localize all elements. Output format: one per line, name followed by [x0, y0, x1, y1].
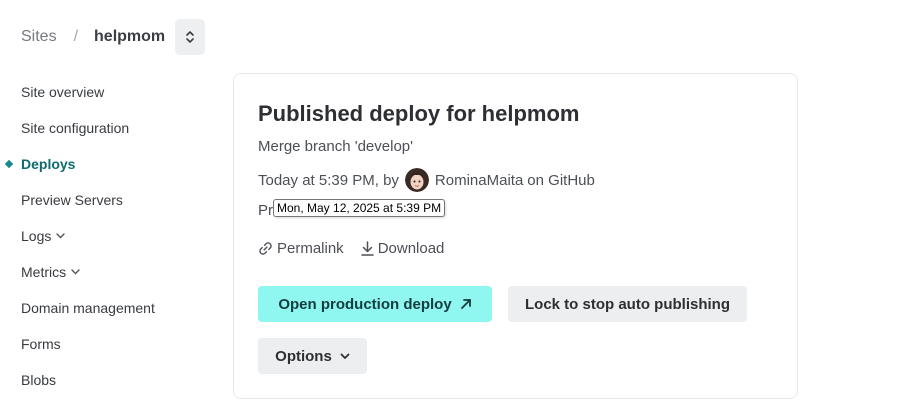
sidebar-item-domain-management[interactable]: Domain management: [0, 290, 220, 326]
open-production-deploy-label: Open production deploy: [278, 295, 452, 313]
sidebar-item-label: Forms: [21, 336, 61, 352]
chevron-down-icon: [71, 269, 80, 275]
deploy-links: Permalink Download: [258, 240, 444, 257]
production-prefix: Pr: [258, 202, 273, 219]
sidebar-item-deploys[interactable]: Deploys: [0, 146, 220, 182]
permalink-label: Permalink: [277, 240, 344, 257]
sidebar-item-label: Deploys: [21, 156, 76, 172]
active-indicator-icon: [4, 159, 14, 169]
sidebar-item-logs[interactable]: Logs: [0, 218, 220, 254]
sidebar-item-label: Metrics: [21, 264, 67, 280]
avatar: [404, 168, 429, 192]
permalink-link[interactable]: Permalink: [258, 240, 344, 257]
sidebar-item-metrics[interactable]: Metrics: [0, 254, 220, 290]
breadcrumb-current-site: helpmom: [94, 28, 166, 45]
sidebar-item-label: Preview Servers: [21, 192, 123, 208]
download-icon: [360, 241, 374, 256]
author-link[interactable]: RominaMaita: [435, 172, 523, 189]
link-icon: [259, 242, 272, 255]
download-link[interactable]: Download: [360, 240, 445, 257]
commit-message: Merge branch 'develop': [258, 138, 413, 155]
source-label: on GitHub: [527, 171, 595, 189]
chevron-down-icon: [340, 353, 350, 359]
breadcrumb-separator: /: [73, 28, 79, 45]
chevron-down-icon: [56, 233, 66, 239]
sidebar-item-forms[interactable]: Forms: [0, 326, 220, 362]
sidebar-item-label: Blobs: [21, 372, 57, 388]
breadcrumb-sites-link[interactable]: Sites: [21, 28, 57, 46]
lock-auto-publishing-label: Lock to stop auto publishing: [525, 295, 730, 313]
open-production-deploy-button[interactable]: Open production deploy: [258, 286, 492, 322]
published-info: Today at 5:39 PM, by RominaMaita on GitH…: [258, 167, 595, 193]
site-switcher-button[interactable]: [175, 19, 206, 55]
sidebar-item-site-configuration[interactable]: Site configuration: [0, 110, 220, 146]
sidebar-item-preview-servers[interactable]: Preview Servers: [0, 182, 220, 218]
sidebar-item-label: Site configuration: [21, 120, 130, 136]
sidebar-item-label: Logs: [21, 228, 52, 244]
page-title: Published deploy for helpmom: [258, 101, 580, 126]
published-deploy-card: Published deploy for helpmom Merge branc…: [233, 73, 798, 399]
sidebar-item-label: Domain management: [21, 300, 155, 316]
sidebar-item-label: Site overview: [21, 84, 105, 100]
lock-auto-publishing-button[interactable]: Lock to stop auto publishing: [508, 286, 747, 322]
sidebar-item-site-overview[interactable]: Site overview: [0, 74, 220, 110]
page: Sites / helpmom Site overview Site confi…: [0, 0, 922, 415]
options-label: Options: [275, 347, 332, 365]
published-time: Today at 5:39 PM, by: [258, 171, 399, 189]
timestamp-tooltip: Mon, May 12, 2025 at 5:39 PM: [273, 199, 446, 217]
download-label: Download: [377, 240, 445, 257]
options-button[interactable]: Options: [258, 338, 367, 374]
breadcrumb: Sites / helpmom: [21, 18, 206, 56]
arrow-up-right-icon: [460, 299, 471, 309]
sidebar-item-blobs[interactable]: Blobs: [0, 362, 220, 398]
updown-chevron-icon: [186, 31, 194, 43]
sidebar-nav: Site overview Site configuration Deploys…: [0, 74, 220, 398]
